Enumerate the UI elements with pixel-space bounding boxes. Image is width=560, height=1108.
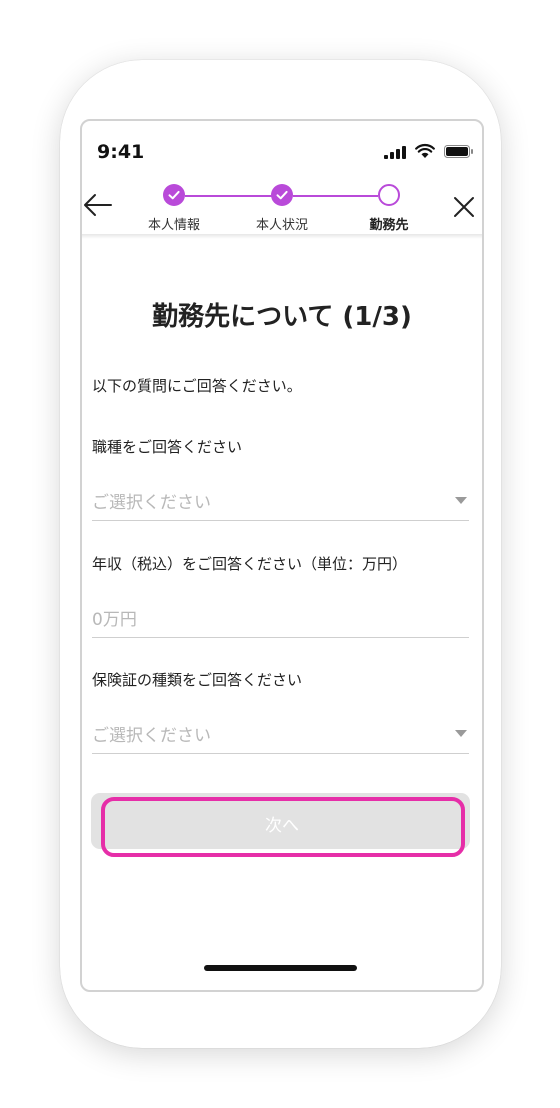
step-label-workplace: 勤務先 bbox=[369, 218, 409, 233]
status-time: 9:41 bbox=[97, 141, 145, 163]
step-1-complete-indicator bbox=[163, 184, 185, 206]
income-input[interactable]: 0万円 bbox=[92, 597, 469, 638]
occupation-select-placeholder: ご選択ください bbox=[92, 493, 211, 513]
close-icon[interactable] bbox=[452, 195, 476, 219]
income-input-placeholder: 0万円 bbox=[92, 610, 137, 630]
checkmark-icon bbox=[276, 190, 288, 200]
next-button-label: 次へ bbox=[265, 816, 299, 836]
step-label-personal-status: 本人状況 bbox=[255, 218, 308, 233]
progress-line-1 bbox=[185, 195, 273, 197]
home-indicator bbox=[204, 965, 357, 971]
insurance-type-select[interactable]: ご選択ください bbox=[92, 713, 469, 754]
insurance-select-placeholder: ご選択ください bbox=[92, 726, 211, 746]
checkmark-icon bbox=[168, 190, 180, 200]
wifi-icon bbox=[415, 143, 435, 158]
back-arrow-icon[interactable] bbox=[82, 191, 114, 219]
step-label-personal-info: 本人情報 bbox=[147, 218, 200, 233]
page-title: 勤務先について (1/3) bbox=[152, 302, 412, 332]
app-screen: 9:41 本人情報 本人状況 勤務先 勤務先について (1/3) 以下の質問にご… bbox=[80, 119, 484, 992]
battery-icon bbox=[444, 145, 473, 158]
progress-line-2 bbox=[293, 195, 378, 197]
step-2-complete-indicator bbox=[271, 184, 293, 206]
income-question-label: 年収（税込）をご回答ください（単位：万円） bbox=[92, 555, 408, 573]
cellular-signal-icon bbox=[384, 146, 406, 159]
page-intro-text: 以下の質問にご回答ください。 bbox=[92, 377, 302, 395]
dropdown-caret-icon bbox=[455, 497, 467, 504]
status-bar: 9:41 bbox=[82, 121, 482, 181]
step-navigation-bar: 本人情報 本人状況 勤務先 bbox=[82, 179, 482, 239]
occupation-question-label: 職種をご回答ください bbox=[92, 438, 243, 456]
step-3-current-indicator bbox=[378, 184, 400, 206]
occupation-select[interactable]: ご選択ください bbox=[92, 480, 469, 521]
insurance-question-label: 保険証の種類をご回答ください bbox=[92, 671, 303, 689]
dropdown-caret-icon bbox=[455, 730, 467, 737]
